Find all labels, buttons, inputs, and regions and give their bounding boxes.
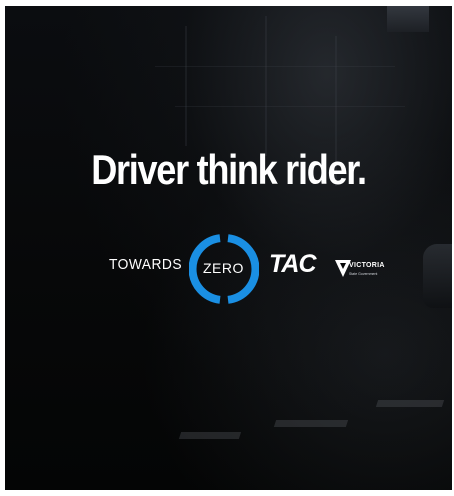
background-window [387, 6, 429, 32]
tac-logo: TAC [269, 250, 317, 278]
road-marking [178, 432, 242, 439]
towards-zero-right-text: ZERO [203, 260, 244, 276]
headline: Driver think rider. [91, 146, 367, 193]
road-marking [273, 420, 349, 427]
poster-image: Driver think rider. TOWARDS ZERO TAC VIC… [5, 6, 452, 490]
logo-row: TOWARDS ZERO TAC VICTORIA State Governme… [5, 234, 452, 306]
victoria-logo-text: VICTORIA [349, 262, 385, 269]
background-building-line [175, 106, 405, 107]
screenshot-frame: Driver think rider. TOWARDS ZERO TAC VIC… [0, 0, 454, 496]
background-building-line [265, 16, 267, 156]
background-building-line [155, 66, 395, 67]
towards-zero-left-text: TOWARDS [109, 256, 182, 273]
road-marking [375, 400, 445, 407]
victoria-logo-subtext: State Government [349, 272, 378, 276]
background-building-line [185, 26, 187, 146]
